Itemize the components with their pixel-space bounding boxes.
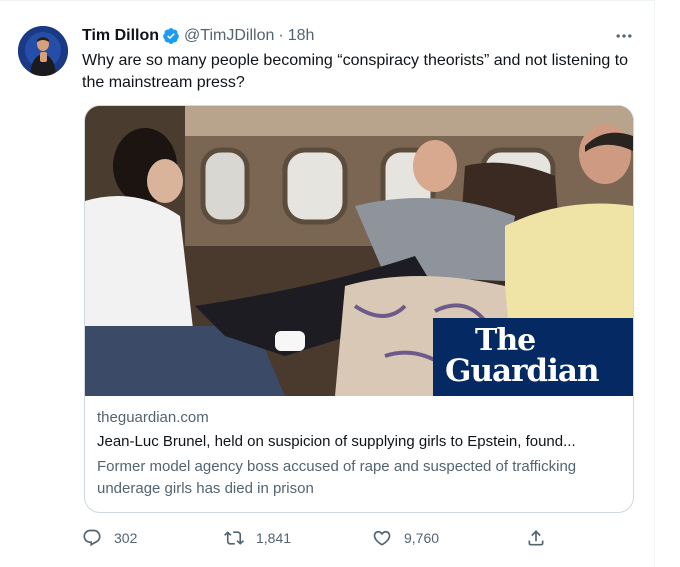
heart-icon [372, 528, 392, 548]
share-button[interactable] [526, 528, 546, 548]
guardian-logo: The Guardian [433, 318, 633, 396]
verified-badge-icon [162, 27, 180, 45]
retweet-icon [224, 528, 244, 548]
tweet-text: Why are so many people becoming “conspir… [82, 52, 629, 91]
card-image: The Guardian [85, 106, 633, 396]
retweet-button[interactable]: 1,841 [224, 528, 291, 548]
separator-dot: · [278, 27, 284, 44]
card-body: theguardian.com Jean-Luc Brunel, held on… [85, 396, 633, 500]
author-handle[interactable]: @TimJDillon [184, 27, 274, 45]
reply-icon [82, 528, 102, 548]
avatar[interactable] [18, 26, 68, 76]
card-title: Jean-Luc Brunel, held on suspicion of su… [97, 433, 576, 450]
right-divider [654, 0, 655, 567]
retweet-count: 1,841 [256, 530, 292, 546]
like-count: 9,760 [404, 530, 440, 546]
card-description: Former model agency boss accused of rape… [97, 458, 577, 497]
like-button[interactable]: 9,760 [372, 528, 439, 548]
timestamp[interactable]: 18h [288, 27, 315, 45]
reply-count: 302 [114, 530, 138, 546]
author-name[interactable]: Tim Dillon [82, 27, 159, 45]
link-card[interactable]: The Guardian theguardian.com Jean-Luc Br… [84, 105, 634, 513]
logo-text-the: The [475, 323, 536, 358]
tweet-actions: 302 1,841 9,760 [82, 524, 552, 552]
tweet[interactable]: Tim Dillon @TimJDillon · 18h Why are so … [0, 0, 654, 567]
logo-text-guardian: Guardian [445, 353, 600, 389]
reply-button[interactable]: 302 [82, 528, 137, 548]
tweet-header: Tim Dillon @TimJDillon · 18h [82, 24, 314, 48]
more-options-icon[interactable] [612, 24, 636, 48]
share-icon [526, 528, 546, 548]
card-domain: theguardian.com [97, 409, 209, 426]
